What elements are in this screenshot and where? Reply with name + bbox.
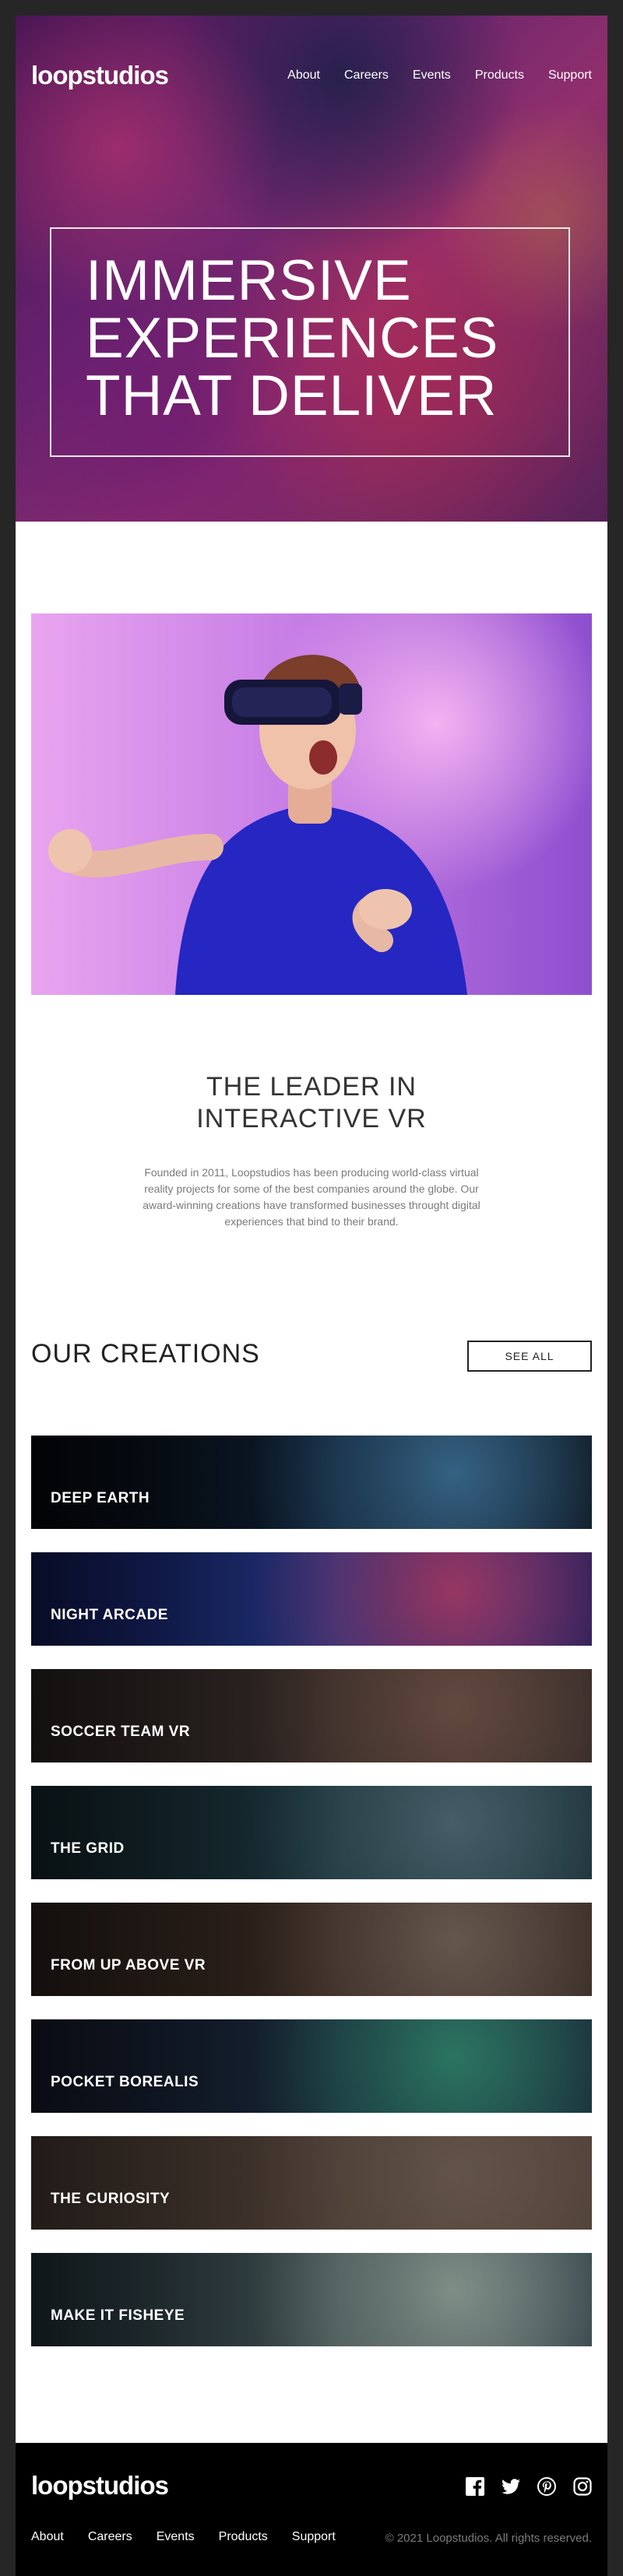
twitter-icon[interactable] [502,2477,520,2496]
creation-card-overlay [31,2019,592,2113]
hero-title: Immersive experiences that deliver [86,249,499,427]
nav-careers[interactable]: Careers [344,69,389,83]
copyright: © 2021 Loopstudios. All rights reserved. [385,2532,592,2545]
creation-card-title: Deep earth [51,1490,150,1506]
creation-card[interactable]: From up above VR [31,1903,592,1996]
nav-products[interactable]: Products [475,69,524,83]
intro-title: The leader in interactive VR [196,1072,427,1133]
creation-card-overlay [31,2253,592,2346]
creation-card-overlay [31,1669,592,1762]
creation-card[interactable]: The grid [31,1786,592,1879]
footer-nav-about[interactable]: About [31,2530,64,2544]
creation-card-overlay [31,1786,592,1879]
intro-text: Founded in 2011, Loopstudios has been pr… [143,1166,480,1228]
pinterest-icon[interactable] [537,2477,556,2496]
creation-card-title: Night arcade [51,1607,168,1623]
creation-card[interactable]: Pocket borealis [31,2019,592,2113]
facebook-icon[interactable] [466,2477,484,2496]
footer-nav-products[interactable]: Products [219,2530,268,2544]
creation-card-overlay [31,1903,592,1996]
nav-about[interactable]: About [287,69,320,83]
creation-card[interactable]: Soccer team VR [31,1669,592,1762]
creation-card[interactable]: The curiosity [31,2136,592,2230]
footer-nav-careers[interactable]: Careers [88,2530,132,2544]
logo[interactable]: loopstudios [31,61,169,90]
vr-person-illustration [48,655,467,995]
nav-events[interactable]: Events [413,69,451,83]
social-links [466,2477,592,2496]
hero-section: loopstudios About Careers Events Product… [16,16,607,522]
creation-card-overlay [31,1552,592,1646]
creation-card-title: From up above VR [51,1957,206,1973]
creation-card-title: Make it fisheye [51,2307,185,2324]
footer-nav-events[interactable]: Events [157,2530,195,2544]
main-nav: About Careers Events Products Support [287,69,592,83]
see-all-button[interactable]: See all [467,1341,592,1372]
creation-card-title: The curiosity [51,2191,171,2207]
creation-card-overlay [31,2136,592,2230]
creation-card[interactable]: Make it fisheye [31,2253,592,2346]
creation-card-overlay [31,1436,592,1529]
footer-nav-support[interactable]: Support [292,2530,336,2544]
intro-vr-image [31,613,592,995]
footer-nav: About Careers Events Products Support [31,2530,336,2544]
creation-card-title: Soccer team VR [51,1724,191,1740]
footer-logo[interactable]: loopstudios [31,2471,169,2500]
creation-card[interactable]: Night arcade [31,1552,592,1646]
creations-title: Our creations [31,1339,260,1369]
page-frame: loopstudios About Careers Events Product… [16,16,607,2576]
hero-title-box: Immersive experiences that deliver [50,227,570,457]
footer: loopstudios About Careers Events Product… [16,2443,607,2576]
instagram-icon[interactable] [573,2477,592,2496]
creation-card-title: The grid [51,1840,125,1857]
nav-support[interactable]: Support [548,69,592,83]
creation-card[interactable]: Deep earth [31,1436,592,1529]
creation-card-title: Pocket borealis [51,2074,199,2090]
